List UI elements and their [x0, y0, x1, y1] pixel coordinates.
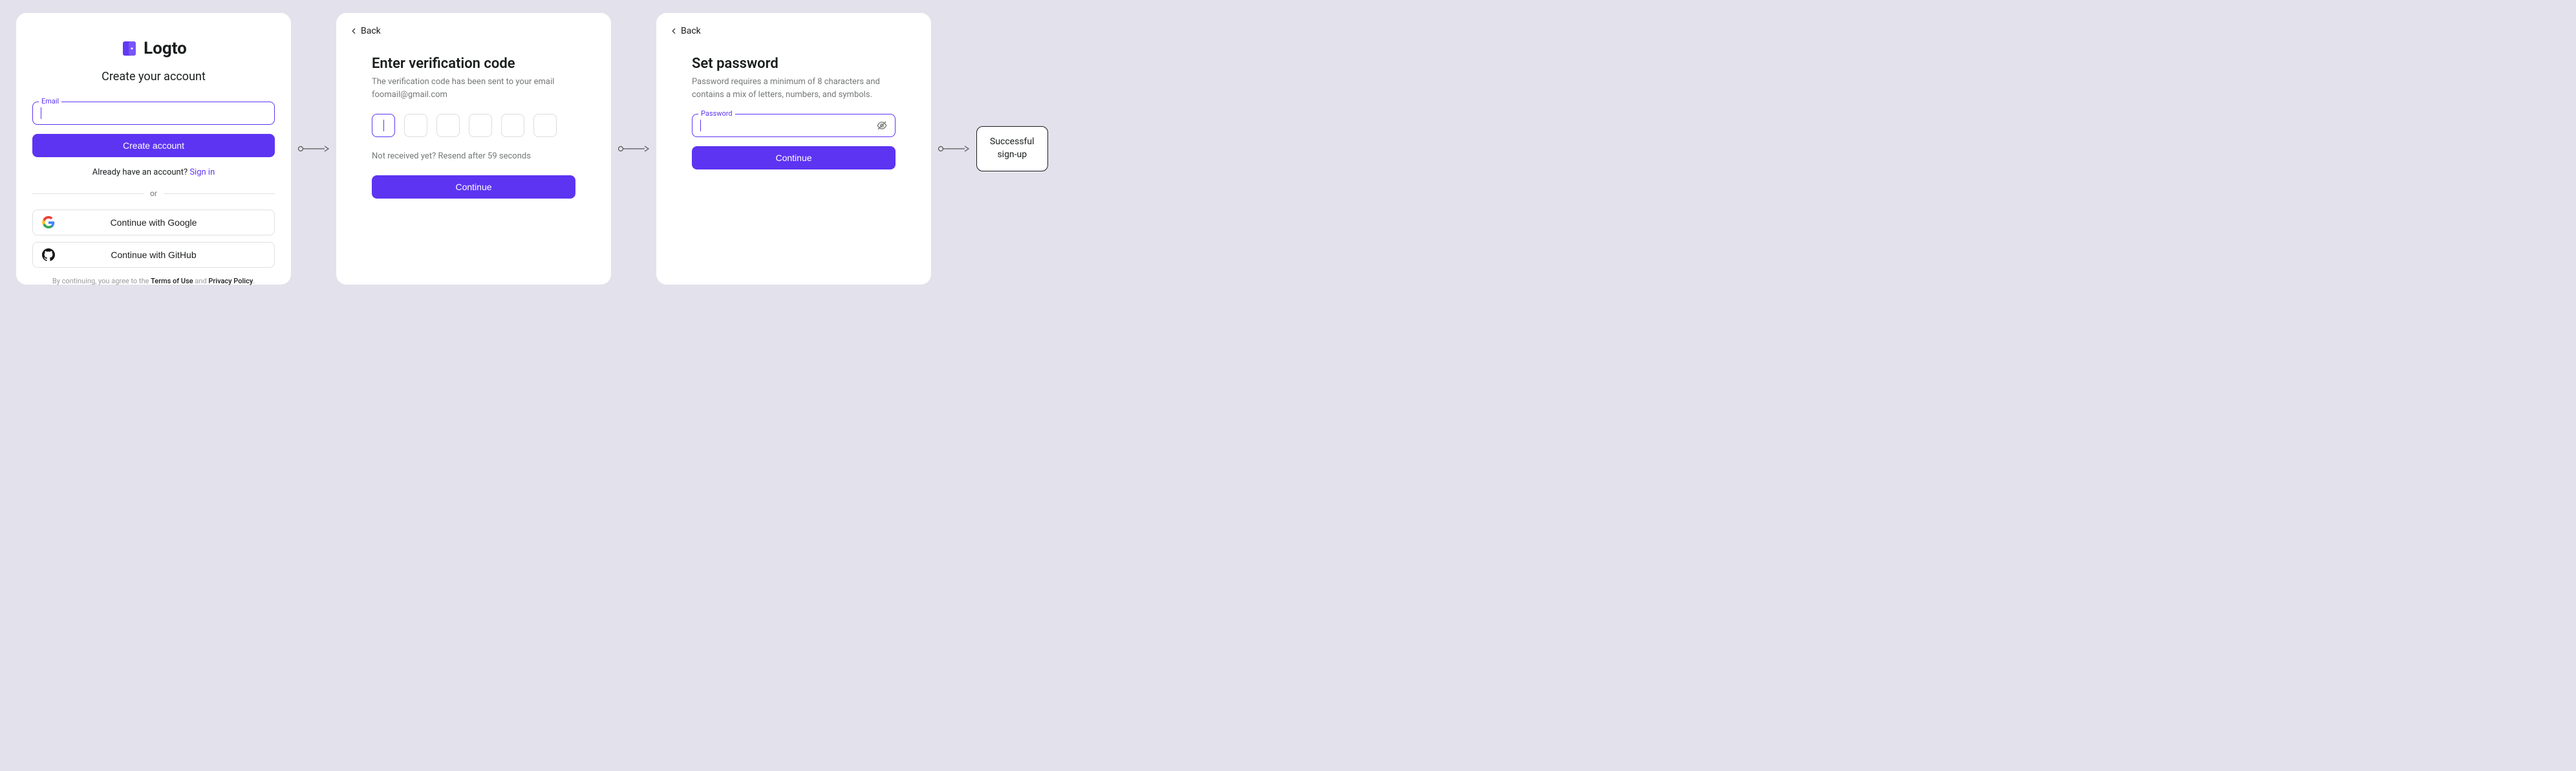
- github-icon: [42, 248, 55, 261]
- chevron-left-icon: [669, 27, 678, 36]
- otp-digit-6[interactable]: [533, 114, 557, 137]
- signup-flow-diagram: Logto Create your account Email Create a…: [16, 13, 2560, 285]
- continue-with-github-button[interactable]: Continue with GitHub: [32, 242, 275, 268]
- otp-input-row: [372, 114, 575, 137]
- terms-link[interactable]: Terms of Use: [151, 277, 193, 285]
- signup-card: Logto Create your account Email Create a…: [16, 13, 291, 285]
- page-title: Create your account: [32, 70, 275, 83]
- flow-arrow-icon: [297, 144, 330, 153]
- toggle-password-visibility-icon[interactable]: [876, 120, 888, 131]
- divider: or: [32, 189, 275, 198]
- otp-digit-3[interactable]: [436, 114, 460, 137]
- email-label: Email: [39, 97, 61, 105]
- otp-digit-4[interactable]: [469, 114, 492, 137]
- page-title: Enter verification code: [372, 56, 575, 72]
- password-requirements: Password requires a minimum of 8 charact…: [692, 76, 896, 101]
- legal-footer: By continuing, you agree to the Terms of…: [32, 277, 275, 285]
- switch-auth-text: Already have an account? Sign in: [32, 168, 275, 177]
- chevron-left-icon: [349, 27, 358, 36]
- password-label: Password: [698, 109, 735, 118]
- email-field-wrapper: Email: [32, 102, 275, 125]
- flow-arrow-icon: [938, 144, 970, 153]
- password-card: Back Set password Password requires a mi…: [656, 13, 931, 285]
- password-field-wrapper: Password: [692, 114, 896, 137]
- privacy-link[interactable]: Privacy Policy: [208, 277, 253, 285]
- otp-digit-2[interactable]: [404, 114, 427, 137]
- sign-in-link[interactable]: Sign in: [189, 168, 215, 177]
- resend-text: Not received yet? Resend after 59 second…: [372, 151, 575, 161]
- logo-text: Logto: [144, 39, 187, 58]
- create-account-button[interactable]: Create account: [32, 134, 275, 157]
- continue-button[interactable]: Continue: [372, 175, 575, 199]
- verification-card: Back Enter verification code The verific…: [336, 13, 611, 285]
- otp-digit-5[interactable]: [501, 114, 524, 137]
- google-icon: [42, 216, 55, 229]
- email-field[interactable]: [32, 102, 275, 125]
- verification-subtitle: The verification code has been sent to y…: [372, 76, 575, 101]
- back-button[interactable]: Back: [349, 26, 381, 36]
- flow-arrow-icon: [617, 144, 650, 153]
- back-button[interactable]: Back: [669, 26, 701, 36]
- continue-button[interactable]: Continue: [692, 146, 896, 169]
- logto-logo-icon: [120, 39, 138, 58]
- success-end-state: Successful sign-up: [976, 126, 1048, 171]
- logo: Logto: [32, 39, 275, 58]
- continue-with-google-button[interactable]: Continue with Google: [32, 210, 275, 235]
- otp-digit-1[interactable]: [372, 114, 395, 137]
- page-title: Set password: [692, 56, 896, 72]
